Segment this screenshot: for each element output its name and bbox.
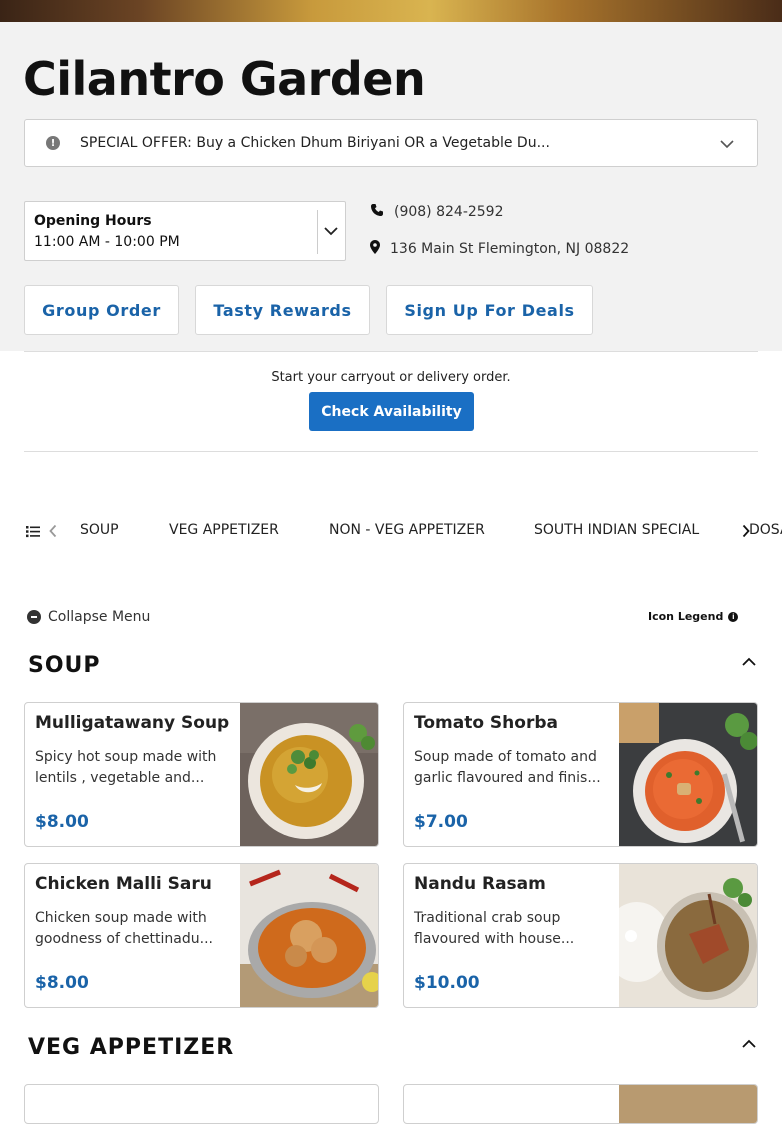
divider <box>24 451 758 452</box>
special-offer-text: SPECIAL OFFER: Buy a Chicken Dhum Biriya… <box>80 135 550 151</box>
section-title-soup: SOUP <box>28 653 101 678</box>
address-text[interactable]: 136 Main St Flemington, NJ 08822 <box>390 241 629 257</box>
chevron-down-icon[interactable] <box>323 222 339 244</box>
restaurant-name: Cilantro Garden <box>23 52 426 106</box>
menu-item-price: $7.00 <box>414 812 468 832</box>
opening-hours-dropdown[interactable]: Opening Hours 11:00 AM - 10:00 PM <box>24 201 346 261</box>
menu-item-name: Tomato Shorba <box>414 713 558 733</box>
check-availability-button[interactable]: Check Availability <box>309 392 474 431</box>
menu-item-description: Chicken soup made with goodness of chett… <box>35 910 213 947</box>
opening-hours-value: 11:00 AM - 10:00 PM <box>34 234 180 250</box>
menu-item-price: $8.00 <box>35 812 89 832</box>
menu-item-card[interactable]: Mulligatawany Soup Spicy hot soup made w… <box>24 702 379 847</box>
icon-legend-label: Icon Legend <box>648 610 724 623</box>
menu-item-name: Chicken Malli Saru <box>35 874 212 894</box>
hero-image-strip <box>0 0 782 22</box>
divider <box>24 351 758 352</box>
collapse-menu-label: Collapse Menu <box>48 609 151 625</box>
menu-item-description: Spicy hot soup made with lentils , veget… <box>35 749 217 786</box>
category-tab-soup[interactable]: SOUP <box>80 522 119 538</box>
menu-item-price: $10.00 <box>414 973 480 993</box>
chevron-up-icon[interactable] <box>741 1035 757 1054</box>
menu-item-card[interactable] <box>24 1084 379 1124</box>
menu-item-description: Soup made of tomato and garlic flavoured… <box>414 749 601 786</box>
chevron-left-icon[interactable] <box>48 523 58 542</box>
category-tab-non-veg-appetizer[interactable]: NON - VEG APPETIZER <box>329 522 485 538</box>
menu-item-description: Traditional crab soup flavoured with hou… <box>414 910 575 947</box>
info-icon: ! <box>46 136 60 150</box>
sign-up-for-deals-button[interactable]: Sign Up For Deals <box>386 285 593 335</box>
menu-item-name: Mulligatawany Soup <box>35 713 230 733</box>
menu-item-photo <box>240 703 378 846</box>
icon-legend-button[interactable]: Icon Legend i <box>648 610 739 623</box>
minus-circle-icon <box>27 610 41 624</box>
tasty-rewards-button[interactable]: Tasty Rewards <box>195 285 370 335</box>
menu-item-photo <box>619 703 757 846</box>
section-title-veg-appetizer: VEG APPETIZER <box>28 1035 235 1060</box>
list-icon[interactable] <box>26 523 40 542</box>
menu-item-card[interactable]: Chicken Malli Saru Chicken soup made wit… <box>24 863 379 1008</box>
divider <box>317 210 318 254</box>
menu-item-price: $8.00 <box>35 973 89 993</box>
chevron-down-icon[interactable] <box>719 134 735 153</box>
category-tab-south-indian-special[interactable]: SOUTH INDIAN SPECIAL <box>534 522 699 538</box>
map-pin-icon <box>370 240 390 258</box>
menu-item-photo <box>619 1085 757 1123</box>
opening-hours-label: Opening Hours <box>34 213 152 229</box>
special-offer-banner[interactable]: ! SPECIAL OFFER: Buy a Chicken Dhum Biri… <box>24 119 758 167</box>
menu-item-photo <box>619 864 757 1007</box>
category-tab-dosa[interactable]: DOSA <box>749 522 782 538</box>
menu-item-name: Nandu Rasam <box>414 874 546 894</box>
collapse-menu-button[interactable]: Collapse Menu <box>27 609 150 625</box>
phone-number[interactable]: (908) 824-2592 <box>394 204 504 220</box>
menu-item-photo <box>240 864 378 1007</box>
info-icon: i <box>728 611 739 622</box>
menu-item-card[interactable]: Nandu Rasam Traditional crab soup flavou… <box>403 863 758 1008</box>
chevron-up-icon[interactable] <box>741 653 757 672</box>
menu-item-card[interactable] <box>403 1084 758 1124</box>
availability-prompt: Start your carryout or delivery order. <box>271 370 511 385</box>
category-tab-veg-appetizer[interactable]: VEG APPETIZER <box>169 522 279 538</box>
category-nav: SOUP VEG APPETIZER NON - VEG APPETIZER S… <box>0 518 782 542</box>
group-order-button[interactable]: Group Order <box>24 285 179 335</box>
phone-icon <box>370 203 394 221</box>
address-link[interactable]: 136 Main St Flemington, NJ 08822 <box>370 240 629 258</box>
phone-link[interactable]: (908) 824-2592 <box>370 203 504 221</box>
menu-item-card[interactable]: Tomato Shorba Soup made of tomato and ga… <box>403 702 758 847</box>
